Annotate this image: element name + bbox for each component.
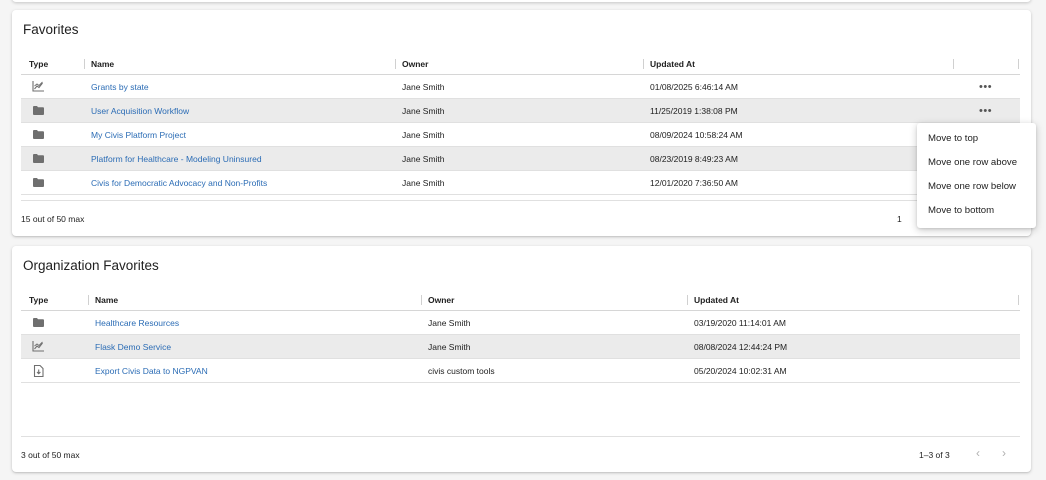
table-row[interactable]: Healthcare Resources Jane Smith 03/19/2020… xyxy=(21,311,1020,335)
column-divider[interactable] xyxy=(953,59,954,69)
item-name-link[interactable]: My Civis Platform Project xyxy=(91,123,186,146)
menu-item-move-one-row-above[interactable]: Move one row above xyxy=(917,151,1036,175)
updated-at-cell: 01/08/2025 6:46:14 AM xyxy=(650,81,738,92)
folder-icon xyxy=(31,104,45,118)
org-favorites-count: 3 out of 50 max xyxy=(21,450,80,460)
updated-at-cell: 12/01/2020 7:36:50 AM xyxy=(650,177,738,188)
owner-cell: Jane Smith xyxy=(402,81,445,92)
column-type[interactable]: Type xyxy=(29,53,48,74)
owner-cell: Jane Smith xyxy=(402,153,445,164)
column-divider[interactable] xyxy=(687,295,688,305)
org-favorites-rows: Healthcare Resources Jane Smith 03/19/2020… xyxy=(21,311,1020,383)
item-name-link[interactable]: Platform for Healthcare - Modeling Unins… xyxy=(91,147,262,170)
chart-icon xyxy=(31,340,45,354)
column-name[interactable]: Name xyxy=(95,289,118,310)
favorites-card: Favorites Type Name Owner Updated At Gra… xyxy=(12,10,1031,236)
item-name-link[interactable]: User Acquisition Workflow xyxy=(91,99,189,122)
table-row[interactable]: Civis for Democratic Advocacy and Non-Pr… xyxy=(21,171,1020,195)
updated-at-cell: 03/19/2020 11:14:01 AM xyxy=(694,317,787,328)
table-header: Type Name Owner Updated At xyxy=(21,289,1020,311)
menu-item-move-one-row-below[interactable]: Move one row below xyxy=(917,175,1036,199)
owner-cell: Jane Smith xyxy=(402,177,445,188)
table-row[interactable]: Platform for Healthcare - Modeling Unins… xyxy=(21,147,1020,171)
item-name-link[interactable]: Flask Demo Service xyxy=(95,335,171,358)
column-divider[interactable] xyxy=(84,59,85,69)
updated-at-cell: 05/20/2024 10:02:31 AM xyxy=(694,365,787,376)
item-name-link[interactable]: Export Civis Data to NGPVAN xyxy=(95,359,208,382)
item-name-link[interactable]: Healthcare Resources xyxy=(95,311,179,334)
row-actions-menu: Move to top Move one row above Move one ro… xyxy=(917,123,1036,228)
updated-at-cell: 11/25/2019 1:38:08 PM xyxy=(650,105,738,116)
row-more-button[interactable]: ••• xyxy=(979,75,992,98)
folder-icon xyxy=(31,176,45,190)
column-updated-at[interactable]: Updated At xyxy=(694,289,739,310)
column-divider[interactable] xyxy=(643,59,644,69)
item-name-link[interactable]: Grants by state xyxy=(91,75,149,98)
favorites-rows: Grants by state Jane Smith 01/08/2025 6:46… xyxy=(21,75,1020,195)
row-more-button[interactable]: ••• xyxy=(979,99,992,122)
org-favorites-page-range: 1–3 of 3 xyxy=(919,450,950,460)
import-icon xyxy=(31,364,45,378)
updated-at-cell: 08/23/2019 8:49:23 AM xyxy=(650,153,738,164)
org-favorites-footer: 3 out of 50 max 1–3 of 3 ‹ › xyxy=(21,436,1020,472)
table-row[interactable]: Flask Demo Service Jane Smith 08/08/2024 1… xyxy=(21,335,1020,359)
item-name-link[interactable]: Civis for Democratic Advocacy and Non-Pr… xyxy=(91,171,267,194)
table-row[interactable]: Grants by state Jane Smith 01/08/2025 6:46… xyxy=(21,75,1020,99)
column-divider[interactable] xyxy=(88,295,89,305)
folder-icon xyxy=(31,128,45,142)
updated-at-cell: 08/08/2024 12:44:24 PM xyxy=(694,341,788,352)
column-name[interactable]: Name xyxy=(91,53,114,74)
updated-at-cell: 08/09/2024 10:58:24 AM xyxy=(650,129,743,140)
next-page-button[interactable]: › xyxy=(1002,446,1006,460)
org-favorites-title: Organization Favorites xyxy=(23,258,159,273)
favorites-count: 15 out of 50 max xyxy=(21,214,85,224)
table-header: Type Name Owner Updated At xyxy=(21,53,1020,75)
owner-cell: civis custom tools xyxy=(428,365,495,376)
owner-cell: Jane Smith xyxy=(402,105,445,116)
table-row[interactable]: Export Civis Data to NGPVAN civis custom … xyxy=(21,359,1020,383)
menu-item-move-to-bottom[interactable]: Move to bottom xyxy=(917,199,1036,223)
folder-icon xyxy=(31,152,45,166)
column-divider[interactable] xyxy=(421,295,422,305)
favorites-footer: 15 out of 50 max 1 xyxy=(21,200,1020,236)
chart-icon xyxy=(31,80,45,94)
org-favorites-card: Organization Favorites Type Name Owner U… xyxy=(12,246,1031,472)
table-row[interactable]: My Civis Platform Project Jane Smith 08/09… xyxy=(21,123,1020,147)
column-type[interactable]: Type xyxy=(29,289,48,310)
column-divider[interactable] xyxy=(1018,295,1019,305)
previous-page-button[interactable]: ‹ xyxy=(976,446,980,460)
org-favorites-table: Type Name Owner Updated At Healthcare Re… xyxy=(21,289,1020,383)
column-owner[interactable]: Owner xyxy=(428,289,454,310)
favorites-table: Type Name Owner Updated At Grants by sta… xyxy=(21,53,1020,195)
column-divider[interactable] xyxy=(1018,59,1019,69)
menu-item-move-to-top[interactable]: Move to top xyxy=(917,127,1036,151)
column-updated-at[interactable]: Updated At xyxy=(650,53,695,74)
owner-cell: Jane Smith xyxy=(428,317,471,328)
column-divider[interactable] xyxy=(395,59,396,69)
owner-cell: Jane Smith xyxy=(428,341,471,352)
favorites-page-range: 1 xyxy=(897,214,902,224)
table-row[interactable]: User Acquisition Workflow Jane Smith 11/25… xyxy=(21,99,1020,123)
folder-icon xyxy=(31,316,45,330)
owner-cell: Jane Smith xyxy=(402,129,445,140)
column-owner[interactable]: Owner xyxy=(402,53,428,74)
previous-card-edge xyxy=(12,0,1031,2)
favorites-title: Favorites xyxy=(23,22,79,37)
